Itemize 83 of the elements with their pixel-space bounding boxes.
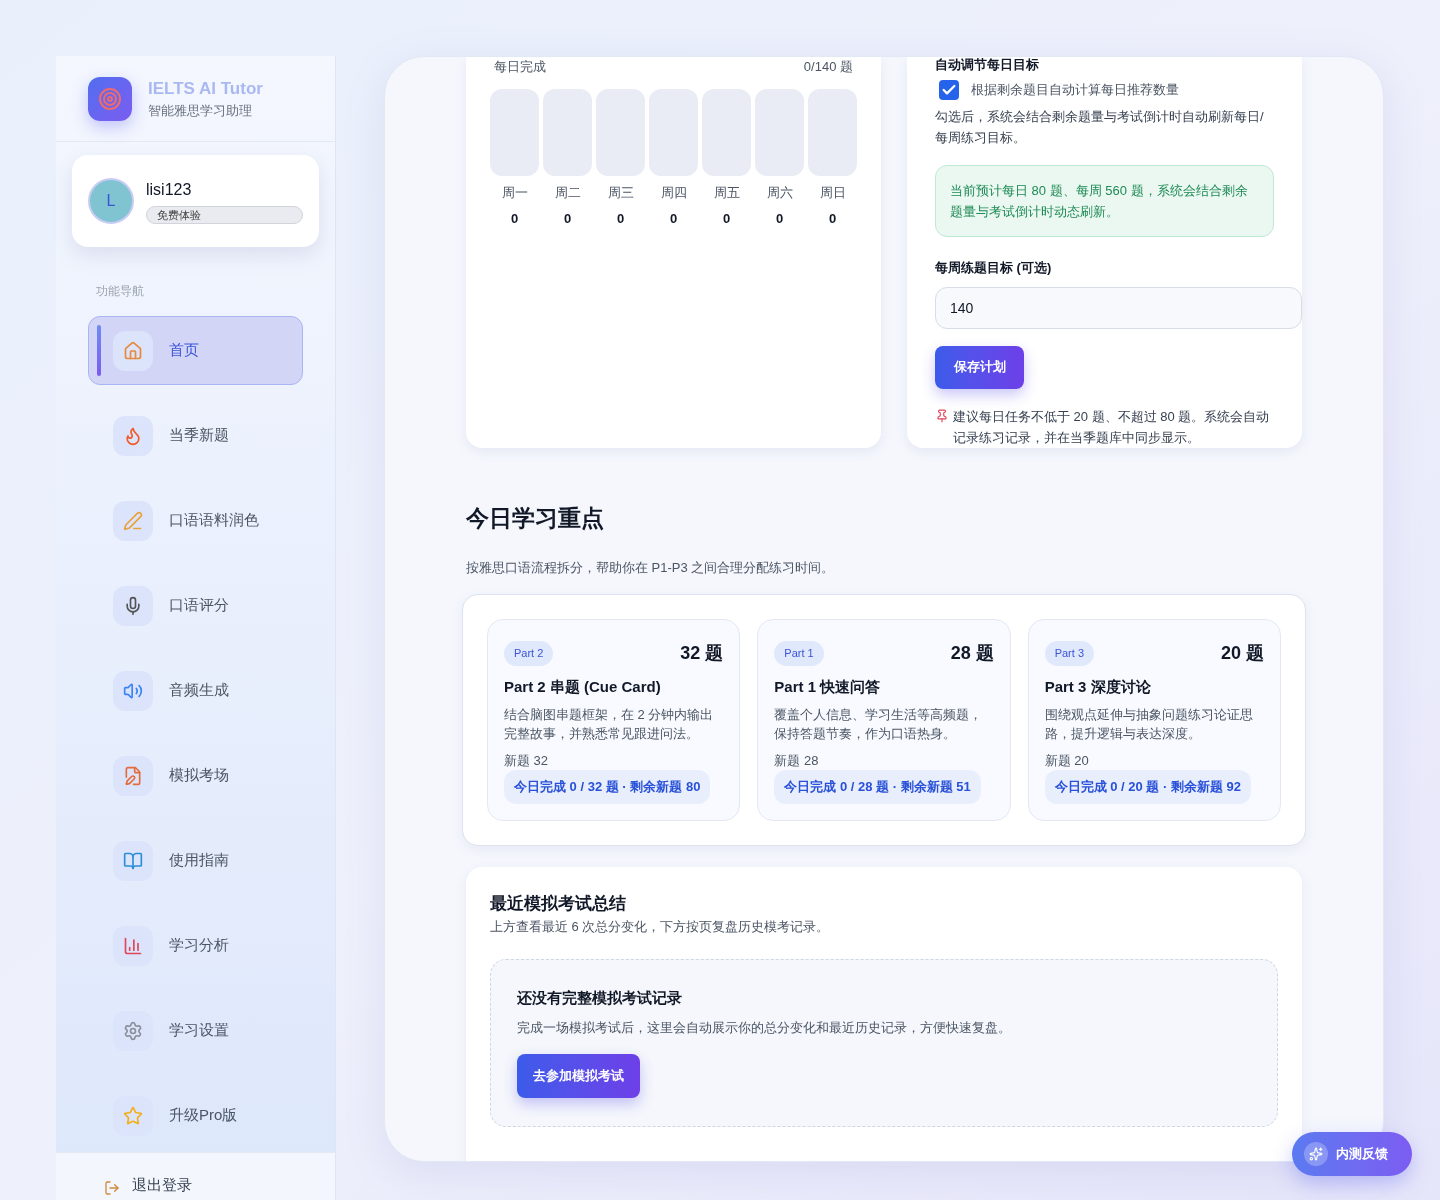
part-count: 20 题: [1220, 642, 1264, 665]
day-label: 周五: [713, 183, 740, 202]
part-description: 结合脑图串题框架，在 2 分钟内输出完整故事，并熟悉常见跟进问法。: [504, 705, 715, 743]
progress-label: 每日完成: [494, 58, 546, 76]
brand-title: IELTS AI Tutor: [148, 77, 263, 100]
mock-summary-title: 最近模拟考试总结: [490, 892, 627, 915]
feedback-button[interactable]: 内测反馈: [1292, 1132, 1412, 1176]
logo-icon: [88, 76, 132, 121]
new-count: 新题 20: [1044, 751, 1090, 770]
nav-item[interactable]: 学习分析: [88, 911, 303, 980]
day-value: 0: [775, 210, 784, 228]
auto-checkbox[interactable]: [939, 80, 959, 100]
bar-chart-icon: [113, 925, 153, 966]
part-description: 覆盖个人信息、学习生活等高频题，保持答题节奏，作为口语热身。: [774, 705, 984, 743]
user-name: lisi123: [146, 180, 193, 200]
day-value: 0: [510, 210, 519, 228]
nav-item[interactable]: 学习设置: [88, 996, 303, 1065]
checkbox-label: 根据剩余题目自动计算每日推荐数量: [971, 81, 1179, 100]
nav-item[interactable]: 首页: [88, 316, 303, 385]
part-description: 围绕观点延伸与抽象问题练习论证思路，提升逻辑与表达深度。: [1044, 705, 1254, 743]
auto-hint: 勾选后，系统会结合剩余题量与考试倒计时自动刷新每日/每周练习目标。: [935, 108, 1265, 147]
nav-item[interactable]: 使用指南: [88, 826, 303, 895]
day-value: 0: [828, 210, 837, 228]
part-title: Part 3 深度讨论: [1044, 677, 1152, 697]
daily-summary-pill: 今日完成 0 / 28 题 · 剩余新题 51: [774, 770, 981, 804]
focus-subtitle: 按雅思口语流程拆分，帮助你在 P1-P3 之间合理分配练习时间。: [466, 558, 836, 577]
logout-icon: [104, 1180, 120, 1196]
nav-item[interactable]: 口语语料润色: [88, 486, 303, 555]
focus-title: 今日学习重点: [466, 503, 605, 533]
settings-heading: 自动调节每日目标: [935, 57, 1040, 73]
nav-item[interactable]: 模拟考场: [88, 741, 303, 810]
book-icon: [113, 840, 153, 881]
day-label: 周一: [501, 183, 528, 202]
weekly-goal-label: 每周练题目标 (可选): [935, 259, 1053, 277]
empty-text: 完成一场模拟考试后，这里会自动展示你的总分变化和最近历史记录，方便快速复盘。: [517, 1019, 1012, 1037]
take-mock-exam-button[interactable]: 去参加模拟考试: [517, 1053, 640, 1098]
brand-subtitle: 智能雅思学习助理: [148, 101, 253, 120]
flame-icon: [113, 415, 153, 456]
empty-title: 还没有完整模拟考试记录: [517, 987, 683, 1008]
day-label: 周二: [554, 183, 581, 202]
nav-item[interactable]: 音频生成: [88, 656, 303, 725]
avatar: L: [88, 178, 134, 224]
day-value: 0: [616, 210, 625, 228]
part-count: 32 题: [680, 642, 724, 665]
weekly-goal-input[interactable]: 140: [935, 286, 1302, 329]
plan-badge: 免费体验: [146, 206, 303, 224]
new-count: 新题 28: [774, 751, 820, 770]
logout-link[interactable]: 退出登录: [132, 1173, 192, 1196]
estimate-note: 当前预计每日 80 题、每周 560 题，系统会结合剩余题量与考试倒计时动态刷新。: [935, 165, 1274, 237]
daily-summary-pill: 今日完成 0 / 32 题 · 剩余新题 80: [504, 770, 711, 804]
nav-item[interactable]: 当季新题: [88, 401, 303, 470]
active-indicator: [97, 325, 101, 376]
day-value: 0: [669, 210, 678, 228]
settings-icon: [113, 1010, 153, 1051]
part-tag: Part 3: [1044, 641, 1094, 666]
speaker-icon: [113, 670, 153, 711]
mock-summary-subtitle: 上方查看最近 6 次总分变化，下方按页复盘历史模考记录。: [490, 918, 831, 936]
document-pen-icon: [113, 755, 153, 796]
day-label: 周四: [660, 183, 687, 202]
sparkle-icon: [1304, 1142, 1328, 1166]
new-count: 新题 32: [504, 751, 550, 770]
part-title: Part 2 串题 (Cue Card): [504, 677, 662, 697]
house-icon: [113, 330, 153, 371]
microphone-icon: [113, 585, 153, 626]
daily-summary-pill: 今日完成 0 / 20 题 · 剩余新题 92: [1044, 770, 1252, 804]
pen-icon: [113, 500, 153, 541]
nav-item[interactable]: 口语评分: [88, 571, 303, 640]
day-label: 周三: [607, 183, 634, 202]
part-tag: Part 1: [774, 641, 824, 666]
day-label: 周六: [766, 183, 793, 202]
day-value: 0: [722, 210, 731, 228]
save-plan-button[interactable]: 保存计划: [935, 345, 1024, 389]
progress-total: 0/140 题: [803, 58, 853, 76]
part-tag: Part 2: [504, 641, 554, 666]
nav-heading: 功能导航: [96, 283, 145, 299]
pin-icon: [935, 408, 949, 423]
day-value: 0: [563, 210, 572, 228]
tip-text: 建议每日任务不低于 20 题、不超过 80 题。系统会自动记录练习记录，并在当季题库中同步显示。: [953, 407, 1271, 447]
part-title: Part 1 快速问答: [774, 677, 882, 697]
nav-item[interactable]: 升级Pro版: [88, 1081, 303, 1150]
day-label: 周日: [819, 183, 846, 202]
part-count: 28 题: [950, 642, 994, 665]
star-icon: [113, 1095, 153, 1136]
